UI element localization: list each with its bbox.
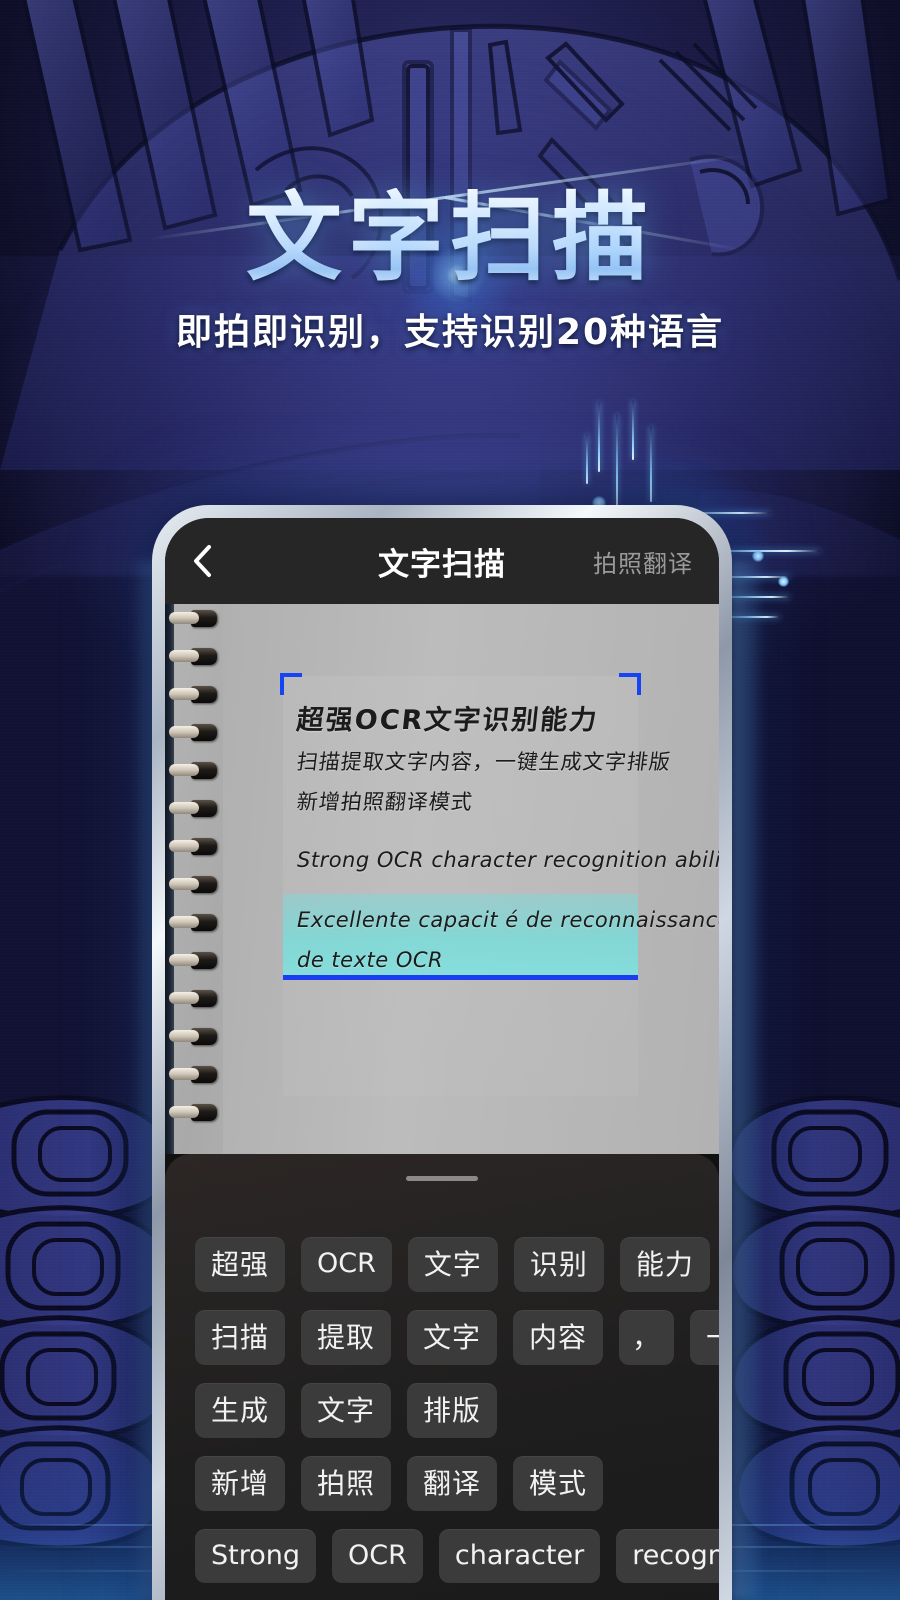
chevron-left-icon [194,545,211,577]
scan-corner-top-left-icon [280,673,302,695]
scan-region[interactable]: 超强OCR文字识别能力 扫描提取文字内容，一键生成文字排版 新增拍照翻译模式 S… [280,673,719,1096]
photo-translate-button[interactable]: 拍照翻译 [593,544,693,579]
word-chip[interactable]: 一键 [690,1310,719,1365]
word-chip-row: 扫描提取文字内容 ， 一键 [195,1310,719,1365]
handwriting-line-cn2: 扫描提取文字内容，一键生成文字排版 [295,750,673,774]
word-chip[interactable]: 新增 [195,1456,286,1511]
word-chip[interactable]: 翻译 [407,1456,498,1511]
word-chip[interactable]: 内容 [513,1310,604,1365]
page-subtitle: 即拍即识别，支持识别20种语言 [175,311,725,353]
scan-corner-top-right-icon [619,673,641,695]
word-chip[interactable]: Strong [195,1529,317,1583]
word-chip[interactable]: 文字 [407,1237,498,1292]
word-chip[interactable]: 拍照 [301,1456,392,1511]
word-chip[interactable]: 超强 [195,1237,286,1292]
phone-mockup: 文字扫描 拍照翻译 超强OCR文字识别能力 扫描提取文字内容，一键生成文字排版 … [152,505,732,1600]
word-chip[interactable]: 识别 [513,1237,604,1292]
handwriting-line-cn3: 新增拍照翻译模式 [295,790,475,814]
word-chip-row: 超强 OCR 文字 识别 能力 [195,1237,710,1292]
word-chip[interactable]: 提取 [301,1310,392,1365]
word-chip[interactable]: 模式 [513,1456,604,1511]
handwriting-line-fr2: de texte OCR [297,948,444,972]
word-chip-row: Strong OCR character recognition [195,1529,719,1583]
app-header: 文字扫描 拍照翻译 [165,518,719,604]
word-chip[interactable]: 排版 [407,1383,498,1438]
phone-screen: 文字扫描 拍照翻译 超强OCR文字识别能力 扫描提取文字内容，一键生成文字排版 … [165,518,719,1600]
word-chip[interactable]: character [438,1529,601,1583]
captured-photo[interactable]: 超强OCR文字识别能力 扫描提取文字内容，一键生成文字排版 新增拍照翻译模式 S… [165,604,719,1154]
word-chip[interactable]: 文字 [301,1383,392,1438]
back-button[interactable] [191,544,235,578]
word-chip-row: 新增 拍照 翻译 模式 [195,1456,689,1511]
results-bottom-sheet: 超强OCR文字识别能力扫描提取文字内容，一键生成文字排版新增拍照翻译模式Stro… [165,1154,719,1600]
page-title: 文字扫描 [0,188,900,289]
word-chip[interactable]: OCR [301,1237,392,1292]
word-chip[interactable]: OCR [332,1529,423,1583]
handwriting-line-fr1: Excellente capacit é de reconnaissance [297,908,719,932]
spiral-binding [165,604,227,1154]
word-chip[interactable]: 生成 [195,1383,286,1438]
handwriting-line-cn1: 超强OCR文字识别能力 [295,705,600,736]
word-chip[interactable]: recognition [616,1529,719,1583]
hero-headings: 文字扫描 即拍即识别，支持识别20种语言 [0,0,900,355]
word-chip-row: 生成 文字 排版 [195,1383,689,1438]
word-chip[interactable]: 扫描 [195,1310,286,1365]
word-chip[interactable]: 能力 [619,1237,710,1292]
word-chip-list: 超强OCR文字识别能力扫描提取文字内容，一键生成文字排版新增拍照翻译模式Stro… [165,1181,719,1583]
handwriting-line-en: Strong OCR character recognition ability [297,848,719,872]
word-chip[interactable]: ， [619,1310,675,1365]
word-chip[interactable]: 文字 [407,1310,498,1365]
